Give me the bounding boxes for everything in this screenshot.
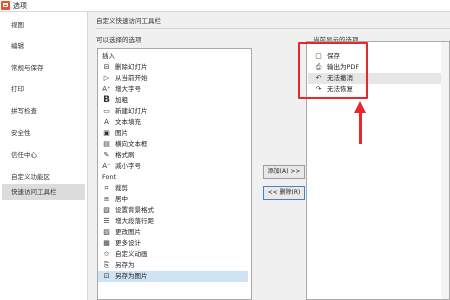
list-item-category-insert[interactable]: 插入 [98, 51, 248, 62]
list-item[interactable]: ▤ 横向文本框 [98, 139, 248, 150]
more-design-icon: ▦ [103, 239, 110, 247]
list-item[interactable]: ⌗ 裁剪 [98, 183, 248, 194]
save-as-icon: ⎘ [103, 261, 110, 269]
sidebar-item-view[interactable]: 视图 [11, 17, 85, 33]
list-item[interactable]: B 加粗 [98, 95, 248, 106]
list-item[interactable]: ▣ 图片 [98, 128, 248, 139]
list-item[interactable]: ▭ 新建幻灯片 [98, 106, 248, 117]
sidebar-item-trust-center[interactable]: 信任中心 [11, 147, 85, 163]
list-item[interactable]: ▨ 更改图片 [98, 227, 248, 238]
sidebar-item-customize-ribbon[interactable]: 自定义功能区 [11, 169, 85, 185]
sidebar-item-print[interactable]: 打印 [11, 81, 85, 97]
text-fill-icon: A [104, 118, 109, 126]
list-item[interactable]: ⎘ 另存为 [98, 260, 248, 271]
line-spacing-icon: ☰ [103, 217, 110, 225]
list-item[interactable]: A⁺ 增大字号 [98, 84, 248, 95]
scrollbar[interactable] [441, 42, 449, 299]
list-item[interactable]: A⁻ 减小字号 [98, 161, 248, 172]
bold-icon: B [103, 95, 110, 105]
title-bar: 选项 [0, 0, 450, 12]
list-item-category-font[interactable]: Font [98, 172, 248, 183]
list-item[interactable]: ▷ 从当前开始 [98, 73, 248, 84]
available-commands-label: 可以选择的选项 [96, 36, 142, 44]
center-align-icon: ≡ [103, 195, 110, 203]
remove-button[interactable]: << 删除(R) [263, 186, 305, 200]
available-commands-list[interactable]: 插入 ⊟ 删除幻灯片 ▷ 从当前开始 A⁺ 增大字号 B 加粗 ▭ 新建幻灯片 A 文本填充… [97, 48, 252, 300]
divider [96, 28, 450, 29]
play-from-current-icon: ▷ [103, 74, 110, 82]
add-button[interactable]: 添加(A) >> [263, 165, 305, 179]
textbox-icon: ▤ [103, 140, 110, 148]
list-item[interactable]: ⊟ 删除幻灯片 [98, 62, 248, 73]
sidebar-item-quick-access-toolbar[interactable]: 快速访问工具栏 [2, 184, 85, 200]
list-item[interactable]: ▧ 设置背景格式 [98, 205, 248, 216]
list-item[interactable]: ✎ 格式刷 [98, 150, 248, 161]
app-logo-icon [1, 1, 10, 10]
annotation-arrow [359, 112, 362, 144]
custom-animation-icon: ✩ [103, 250, 110, 258]
list-item[interactable]: ▦ 更多设计 [98, 238, 248, 249]
sidebar-item-spell-check[interactable]: 拼写检查 [11, 103, 85, 119]
new-slide-icon: ▭ [103, 107, 110, 115]
increase-font-icon: A⁺ [102, 85, 111, 93]
decrease-font-icon: A⁻ [102, 162, 111, 170]
change-picture-icon: ▨ [103, 228, 110, 236]
picture-icon: ▣ [103, 129, 110, 137]
background-format-icon: ▧ [103, 206, 110, 214]
list-item[interactable]: A 文本填充 [98, 117, 248, 128]
annotation-highlight-box [298, 42, 368, 99]
list-item[interactable]: ☰ 增大段落行距 [98, 216, 248, 227]
sidebar-item-security[interactable]: 安全性 [11, 125, 85, 141]
window-title: 选项 [13, 2, 27, 10]
list-item-selected[interactable]: ⊡ 另存为图片 [98, 271, 248, 282]
save-as-picture-icon: ⊡ [103, 272, 110, 280]
panel-title: 自定义快速访问工具栏 [96, 17, 161, 25]
list-item[interactable]: ≡ 居中 [98, 194, 248, 205]
delete-slide-icon: ⊟ [103, 63, 110, 71]
options-sidebar: 视图 编辑 常规与保存 打印 拼写检查 安全性 信任中心 自定义功能区 快速访问… [0, 12, 88, 300]
crop-icon: ⌗ [104, 184, 109, 192]
format-painter-icon: ✎ [103, 151, 110, 159]
sidebar-item-edit[interactable]: 编辑 [11, 38, 85, 54]
sidebar-item-general-save[interactable]: 常规与保存 [11, 60, 85, 76]
list-item[interactable]: ✩ 自定义动画 [98, 249, 248, 260]
